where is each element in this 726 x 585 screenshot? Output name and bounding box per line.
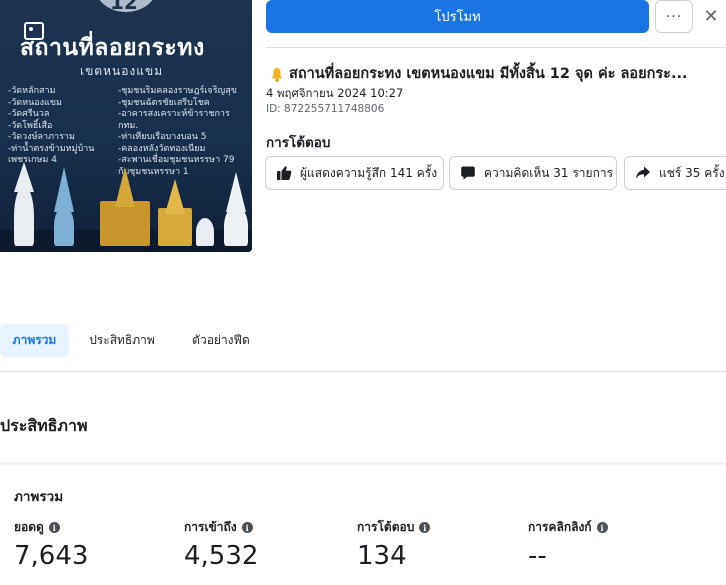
image-list-item: -คลองหลังวัดทองเนียม (118, 143, 206, 154)
image-list-item: -วัดวงษ์ลาภาราม (8, 132, 75, 142)
info-icon[interactable]: i (596, 522, 608, 533)
comments-button-label: ความคิดเห็น 31 รายการ (484, 165, 614, 180)
bell-icon (271, 67, 283, 82)
stupa-graphic (224, 206, 248, 246)
reactions-button-label: ผู้แสดงความรู้สึก 141 ครั้ง (300, 165, 438, 180)
image-list-item: -วัดหนองแขม (8, 97, 62, 108)
spire-graphic (14, 162, 34, 192)
spire-graphic (54, 167, 74, 212)
metric-value: -- (528, 541, 547, 571)
metric-engagement: การโต้ตอบ i 134 (357, 518, 431, 571)
overview-panel-heading: ภาพรวม (14, 489, 64, 505)
stupa-graphic (54, 206, 74, 246)
metric-value: 134 (357, 541, 407, 571)
thumbs-up-icon (277, 166, 292, 180)
image-list-item: -ชุมชนฉัตรชัยเสรีบโชค (118, 97, 210, 108)
close-icon[interactable]: ✕ (700, 4, 722, 28)
metric-label: การคลิกลิงก์ (528, 520, 592, 534)
metric-value: 7,643 (14, 541, 89, 571)
share-arrow-icon (636, 166, 650, 179)
image-number: 12 (110, 0, 138, 14)
tab-bar: ภาพรวม ประสิทธิภาพ ตัวอย่างฟีด (0, 324, 726, 372)
tab-performance[interactable]: ประสิทธิภาพ (82, 324, 162, 357)
metric-label-row: การคลิกลิงก์ i (528, 518, 608, 537)
reactions-button[interactable]: ผู้แสดงความรู้สึก 141 ครั้ง (265, 156, 444, 190)
post-date: 4 พฤศจิกายน 2024 10:27 (266, 86, 404, 100)
divider (0, 371, 726, 372)
metric-label: การโต้ตอบ (357, 520, 415, 534)
image-list-item: -วัดหลักสาม (8, 86, 56, 96)
image-title: สถานที่ลอยกระทง (20, 35, 205, 61)
metric-label: การเข้าถึง (184, 520, 237, 534)
info-icon[interactable]: i (48, 522, 60, 533)
spire-graphic (165, 179, 185, 214)
metric-label: ยอดดู (14, 520, 44, 534)
info-icon[interactable]: i (241, 522, 253, 533)
post-title-text: สถานที่ลอยกระทง เขตหนองแขม มีทั้งสิ้น 12… (289, 66, 688, 82)
image-list-item: -ชุมชนริมคลองราษฎร์เจริญสุข (118, 86, 237, 96)
performance-heading: ประสิทธิภาพ (0, 416, 88, 435)
tab-feed-preview[interactable]: ตัวอย่างฟีด (182, 324, 260, 357)
boost-button[interactable]: โปรโมท (266, 0, 649, 33)
image-list-item: -วัดโพธิ์เสือ (8, 120, 53, 131)
metric-label-row: การโต้ตอบ i (357, 518, 431, 537)
divider (266, 47, 726, 48)
image-list-item: -วัดศรีนวล (8, 109, 50, 119)
image-subtitle: เขตหนองแขม (80, 64, 164, 78)
metric-label-row: การเข้าถึง i (184, 518, 258, 537)
spire-graphic (226, 172, 246, 212)
reactions-heading: การโต้ตอบ (266, 135, 331, 151)
spire-graphic (115, 167, 135, 207)
comment-icon (461, 166, 475, 180)
image-list-item: กทม. (118, 120, 139, 131)
tab-overview[interactable]: ภาพรวม (0, 324, 69, 357)
post-title: สถานที่ลอยกระทง เขตหนองแขม มีทั้งสิ้น 12… (268, 62, 726, 85)
shares-button[interactable]: แชร์ 35 ครั้ง (624, 156, 726, 190)
image-list-item: -อาคารสงเคราะห์ข้าราชการ (118, 109, 230, 119)
stupa-graphic (14, 186, 34, 246)
image-list-item: -ท่าเทียบเรือบางบอน 5 (118, 132, 207, 142)
post-image[interactable]: 12 สถานที่ลอยกระทง เขตหนองแขม -วัดหลักสา… (0, 0, 252, 252)
post-id: ID: 872255711748806 (266, 103, 385, 115)
shares-button-label: แชร์ 35 ครั้ง (659, 165, 725, 180)
image-list-item: -สะพานเชื่อมชุมชนหรรษา 79 (118, 155, 235, 165)
comments-button[interactable]: ความคิดเห็น 31 รายการ (449, 156, 617, 190)
stupa-graphic (196, 218, 214, 246)
metric-value: 4,532 (184, 541, 259, 571)
info-icon[interactable]: i (419, 522, 431, 533)
more-options-button[interactable]: ··· (655, 0, 693, 33)
metric-views: ยอดดู i 7,643 (14, 518, 88, 571)
image-left-list: -วัดหลักสาม -วัดหนองแขม -วัดศรีนวล -วัดโ… (8, 86, 104, 167)
metric-label-row: ยอดดู i (14, 518, 88, 537)
overview-panel: ภาพรวม ยอดดู i 7,643 การเข้าถึง i 4,532 … (0, 462, 726, 585)
metric-link-clicks: การคลิกลิงก์ i -- (528, 518, 608, 571)
temple-graphic (100, 201, 150, 246)
image-right-list: -ชุมชนริมคลองราษฎร์เจริญสุข -ชุมชนฉัตรชั… (118, 86, 250, 178)
image-list-item: -ท่าน้ำตรงข้ามหมู่บ้าน (8, 143, 95, 154)
metric-reach: การเข้าถึง i 4,532 (184, 518, 258, 571)
